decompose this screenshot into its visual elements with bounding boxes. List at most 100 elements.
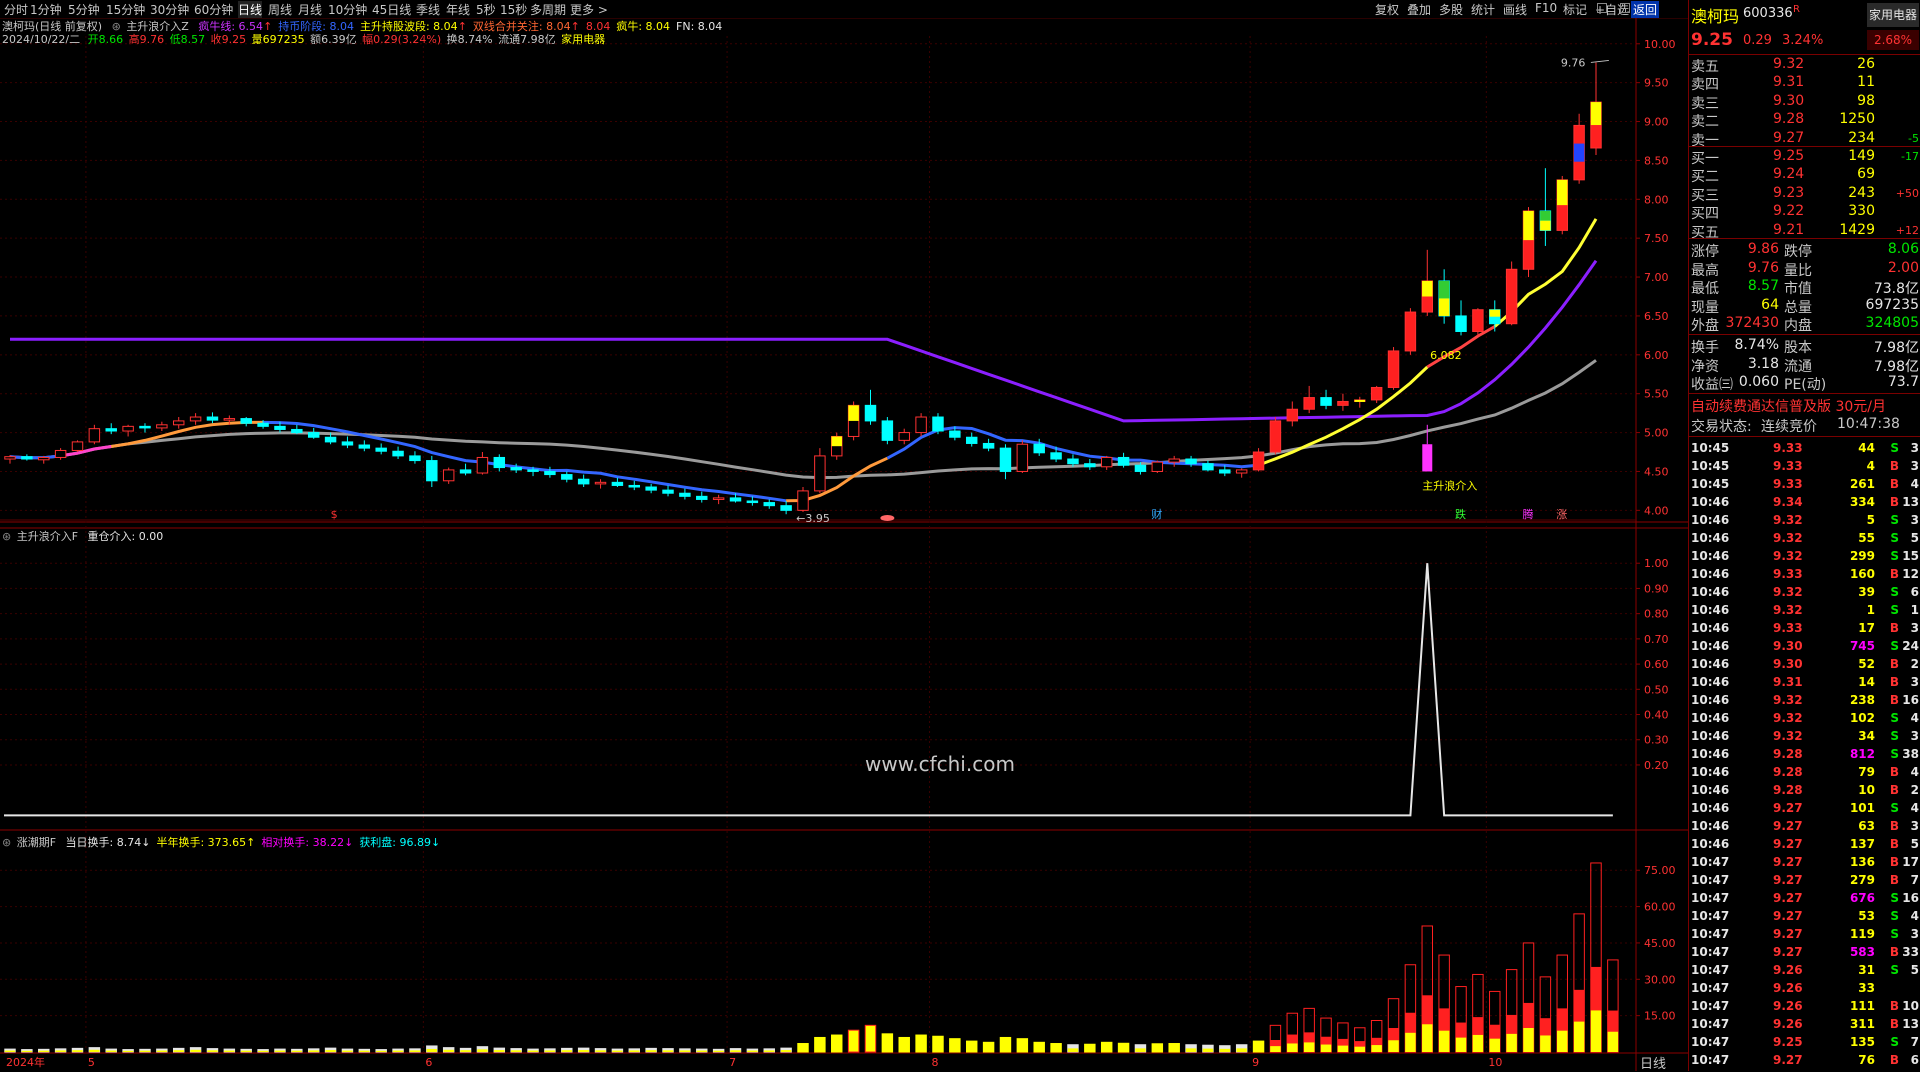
period-footer[interactable]: 日线 — [1640, 1053, 1666, 1072]
candle[interactable] — [628, 484, 641, 488]
candle[interactable] — [1016, 443, 1029, 472]
candle[interactable] — [780, 505, 792, 511]
candle[interactable] — [763, 502, 775, 507]
candle[interactable] — [88, 428, 101, 443]
candle[interactable] — [105, 428, 117, 432]
candle[interactable] — [156, 424, 168, 429]
candle[interactable] — [1033, 443, 1045, 454]
candle[interactable] — [510, 467, 522, 471]
bids-row[interactable]: 买二 9.24 69 — [1689, 166, 1920, 185]
candle[interactable] — [476, 456, 489, 474]
asks-row[interactable]: 卖五 9.32 26 — [1689, 56, 1920, 75]
candle[interactable] — [746, 500, 759, 504]
candle[interactable] — [1067, 458, 1079, 465]
turnover-bar[interactable] — [847, 1029, 860, 1053]
candle[interactable] — [864, 404, 877, 422]
candle[interactable] — [71, 441, 84, 451]
candle[interactable] — [358, 444, 371, 449]
candle[interactable] — [324, 436, 337, 443]
turnover-bar[interactable] — [1050, 1043, 1062, 1053]
event-marker[interactable]: $ — [331, 508, 338, 521]
candle[interactable] — [4, 456, 16, 460]
candle[interactable] — [729, 497, 742, 502]
candle[interactable] — [1134, 464, 1147, 472]
candle[interactable] — [122, 425, 134, 432]
bids-row[interactable]: 买四 9.22 330 — [1689, 203, 1920, 222]
candle[interactable] — [679, 492, 691, 497]
asks-row[interactable]: 卖三 9.30 98 — [1689, 93, 1920, 112]
candle[interactable] — [223, 418, 236, 421]
candle[interactable] — [561, 474, 573, 480]
candle[interactable] — [426, 460, 438, 482]
candle[interactable] — [1320, 397, 1332, 406]
turnover-bar[interactable] — [864, 1024, 877, 1053]
candle[interactable] — [544, 470, 556, 476]
candle[interactable] — [1269, 420, 1282, 453]
candle[interactable] — [1219, 469, 1231, 474]
turnover-bar[interactable] — [831, 1034, 843, 1053]
candle[interactable] — [1117, 456, 1130, 466]
candle[interactable] — [1286, 408, 1299, 422]
candle[interactable] — [442, 469, 455, 482]
candle[interactable] — [1084, 463, 1096, 468]
asks-row[interactable]: 卖二 9.28 1250 — [1689, 111, 1920, 130]
candle[interactable] — [932, 416, 944, 432]
candle[interactable] — [257, 422, 269, 427]
candle[interactable] — [1303, 397, 1315, 410]
turnover-bar[interactable] — [982, 1041, 995, 1053]
asks-row[interactable]: 卖四 9.31 11 — [1689, 74, 1920, 93]
event-marker[interactable]: 涨 — [1556, 508, 1567, 521]
promo-text[interactable]: 自动续费通达信普及版 30元/月 — [1691, 396, 1886, 416]
candle[interactable] — [1337, 400, 1349, 406]
candle[interactable] — [1404, 311, 1417, 352]
bids-row[interactable]: 买三 9.23 243 +50 — [1689, 185, 1920, 204]
candle[interactable] — [1387, 350, 1400, 388]
candle[interactable] — [712, 497, 725, 500]
event-marker[interactable]: 跌 — [1455, 507, 1466, 521]
candle[interactable] — [1455, 315, 1467, 332]
turnover-bar[interactable] — [949, 1038, 961, 1053]
candle[interactable] — [1050, 452, 1062, 460]
candle[interactable] — [307, 432, 320, 438]
candle[interactable] — [1235, 469, 1248, 474]
candle[interactable] — [1185, 458, 1197, 465]
candle[interactable] — [814, 455, 826, 492]
candle[interactable] — [577, 478, 590, 485]
candle[interactable] — [1151, 461, 1164, 472]
turnover-bar[interactable] — [999, 1036, 1012, 1053]
candle[interactable] — [189, 416, 202, 422]
candle[interactable] — [21, 456, 33, 460]
candle[interactable] — [797, 490, 809, 511]
candle[interactable] — [898, 432, 910, 441]
candle[interactable] — [982, 442, 995, 449]
candle[interactable] — [493, 456, 506, 469]
turnover-bar[interactable] — [1151, 1043, 1164, 1053]
candle[interactable] — [645, 486, 657, 491]
asks-row[interactable]: 卖一 9.27 234 -5 — [1689, 130, 1920, 149]
turnover-bar[interactable] — [898, 1036, 910, 1053]
candle[interactable] — [291, 428, 303, 434]
candle[interactable] — [1252, 451, 1265, 471]
candle[interactable] — [999, 447, 1012, 472]
candle[interactable] — [965, 436, 978, 444]
candle[interactable] — [949, 430, 961, 438]
turnover-bar[interactable] — [1168, 1043, 1180, 1053]
turnover-bar[interactable] — [1252, 1040, 1265, 1053]
event-marker-icon[interactable] — [880, 515, 895, 521]
candle[interactable] — [274, 425, 286, 430]
candle[interactable] — [54, 449, 67, 458]
event-marker[interactable]: 腾 — [1523, 507, 1534, 521]
turnover-bar[interactable] — [1084, 1043, 1096, 1053]
candle[interactable] — [38, 456, 50, 461]
candle[interactable] — [240, 418, 252, 424]
candle[interactable] — [594, 481, 607, 485]
turnover-bar[interactable] — [814, 1036, 826, 1053]
candle[interactable] — [1168, 458, 1180, 463]
turnover-bar[interactable] — [1100, 1041, 1113, 1053]
candle[interactable] — [375, 447, 387, 452]
candle[interactable] — [1100, 456, 1113, 468]
candle[interactable] — [341, 441, 354, 446]
sector-button[interactable]: 家用电器 — [1867, 3, 1919, 27]
turnover-bar[interactable] — [1033, 1041, 1045, 1053]
turnover-bar[interactable] — [932, 1035, 944, 1053]
